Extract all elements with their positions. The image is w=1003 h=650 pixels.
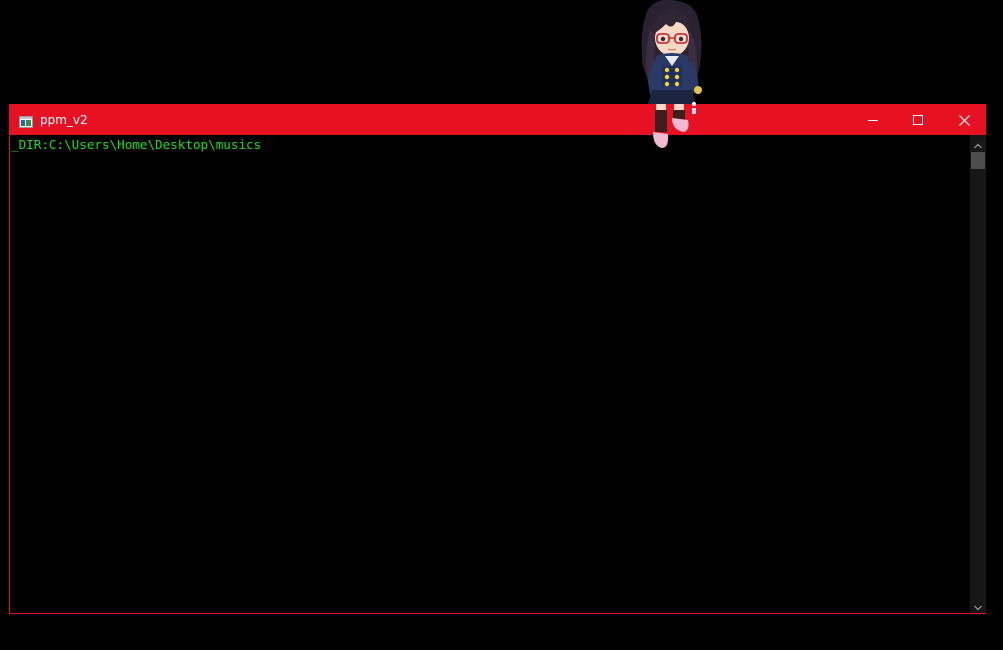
console-line: _DIR:C:\Users\Home\Desktop\musics [11, 137, 262, 152]
chevron-up-icon [974, 143, 982, 149]
close-icon [958, 114, 970, 126]
minimize-button[interactable] [850, 105, 896, 135]
scroll-down-button[interactable] [970, 599, 986, 611]
title-bar[interactable]: ppm_v2 [10, 105, 985, 135]
maximize-icon [913, 115, 923, 125]
close-button[interactable] [941, 105, 987, 135]
console-output[interactable]: _DIR:C:\Users\Home\Desktop\musics [10, 135, 970, 613]
desktop: ppm_v2 _DIR:C:\Users\Home\Desktop\musics [0, 0, 1003, 650]
desktop-mascot-character[interactable] [632, 0, 708, 152]
window-title: ppm_v2 [40, 113, 88, 127]
console-window: ppm_v2 _DIR:C:\Users\Home\Desktop\musics [9, 104, 986, 614]
scrollbar-thumb[interactable] [971, 152, 985, 169]
maximize-button[interactable] [895, 105, 941, 135]
vertical-scrollbar[interactable] [970, 135, 986, 613]
minimize-icon [868, 120, 878, 121]
console-app-icon [19, 113, 33, 128]
scroll-up-button[interactable] [970, 137, 986, 149]
chevron-down-icon [974, 605, 982, 611]
